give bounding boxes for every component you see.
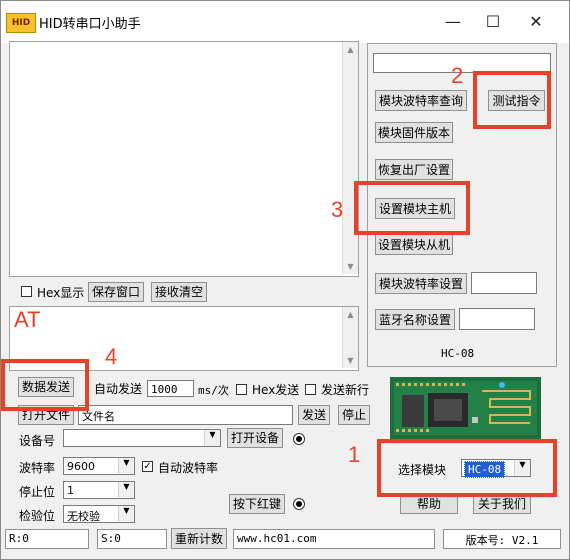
- save-window-button[interactable]: 保存窗口: [88, 282, 144, 302]
- close-button[interactable]: ✕: [516, 11, 556, 33]
- file-name-input[interactable]: 文件名: [78, 405, 293, 425]
- rx-count: R:0: [5, 529, 89, 549]
- chevron-down-icon: ▼: [204, 430, 220, 446]
- query-baud-button[interactable]: 模块波特率查询: [375, 90, 467, 111]
- title-bar: HID HID转串口小助手 — ☐ ✕: [1, 1, 569, 43]
- minimize-button[interactable]: —: [433, 11, 473, 33]
- auto-send-label: 自动发送: [94, 382, 143, 396]
- auto-baud-label: 自动波特率: [158, 461, 219, 475]
- baud-label: 波特率: [19, 461, 56, 475]
- highlight-set-master: [354, 181, 470, 235]
- file-send-button[interactable]: 发送: [298, 405, 330, 425]
- receive-area[interactable]: ▲ ▼: [9, 41, 359, 277]
- bt-name-set-button[interactable]: 蓝牙名称设置: [375, 309, 455, 330]
- baud-select[interactable]: 9600 ▼: [63, 457, 135, 475]
- clear-receive-button[interactable]: 接收清空: [151, 282, 207, 302]
- send-newline-checkbox[interactable]: [305, 384, 316, 395]
- highlight-test-command: [473, 71, 551, 129]
- red-key-status-radio[interactable]: [293, 498, 305, 510]
- send-scrollbar[interactable]: ▲ ▼: [342, 307, 358, 368]
- version-field: 版本号: V2.1: [443, 529, 561, 549]
- hex-display-checkbox[interactable]: [21, 286, 32, 297]
- annotation-3: 3: [331, 197, 344, 222]
- baud-set-input[interactable]: [471, 272, 537, 294]
- reset-count-button[interactable]: 重新计数: [171, 528, 227, 549]
- chevron-down-icon: ▼: [118, 458, 134, 474]
- bt-name-input[interactable]: [459, 308, 535, 330]
- annotation-1: 1: [348, 442, 361, 467]
- open-device-button[interactable]: 打开设备: [227, 428, 283, 448]
- chevron-down-icon: ▼: [118, 482, 134, 498]
- hex-send-label: Hex发送: [252, 383, 300, 397]
- scroll-down-icon[interactable]: ▼: [343, 259, 358, 274]
- maximize-button[interactable]: ☐: [473, 11, 513, 33]
- interval-input[interactable]: 1000: [147, 380, 194, 397]
- press-red-key-button[interactable]: 按下红键: [229, 494, 285, 514]
- chevron-down-icon: ▼: [118, 506, 134, 522]
- stop-bit-label: 停止位: [19, 485, 56, 499]
- factory-reset-button[interactable]: 恢复出厂设置: [375, 159, 453, 180]
- parity-label: 检验位: [19, 509, 56, 523]
- device-status-radio[interactable]: [293, 433, 305, 445]
- auto-baud-checkbox[interactable]: ✓: [142, 461, 153, 472]
- highlight-select-module: [377, 439, 557, 497]
- hex-display-label: Hex显示: [37, 286, 85, 300]
- scroll-down-icon[interactable]: ▼: [343, 353, 358, 368]
- baud-set-button[interactable]: 模块波特率设置: [375, 273, 467, 294]
- set-slave-button[interactable]: 设置模块从机: [375, 234, 453, 255]
- help-button[interactable]: 帮助: [400, 494, 458, 514]
- window-title: HID转串口小助手: [39, 17, 141, 32]
- tx-count: S:0: [97, 529, 167, 549]
- hex-send-checkbox[interactable]: [236, 384, 247, 395]
- send-newline-label: 发送新行: [321, 383, 370, 397]
- app-icon: HID: [6, 13, 36, 33]
- parity-select[interactable]: 无校验 ▼: [63, 505, 135, 523]
- interval-unit: ms/次: [198, 384, 229, 397]
- send-text: AT: [14, 307, 41, 332]
- stop-bit-select[interactable]: 1 ▼: [63, 481, 135, 499]
- annotation-2: 2: [451, 63, 464, 88]
- highlight-send-data: [1, 359, 89, 411]
- scroll-up-icon[interactable]: ▲: [343, 42, 358, 57]
- annotation-4: 4: [105, 344, 118, 369]
- module-board-image: [390, 377, 541, 439]
- receive-scrollbar[interactable]: ▲ ▼: [342, 42, 358, 274]
- about-button[interactable]: 关于我们: [473, 494, 531, 514]
- device-select[interactable]: ▼: [63, 429, 221, 447]
- website-field: www.hc01.com: [233, 529, 435, 549]
- module-model-label: HC-08: [441, 347, 475, 360]
- device-label: 设备号: [19, 434, 56, 448]
- file-stop-button[interactable]: 停止: [338, 405, 370, 425]
- app-window: HID HID转串口小助手 — ☐ ✕ ▲ ▼ Hex显示 保存窗口 接收清空 …: [0, 0, 570, 560]
- firmware-version-button[interactable]: 模块固件版本: [375, 122, 453, 143]
- scroll-up-icon[interactable]: ▲: [343, 307, 358, 322]
